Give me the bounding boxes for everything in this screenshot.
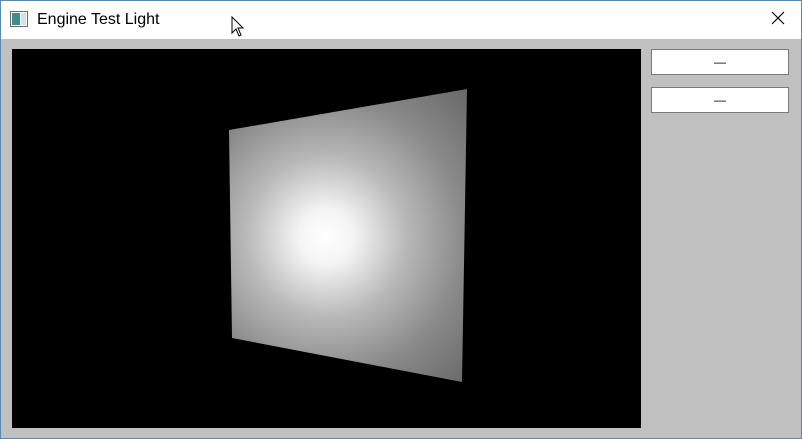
window-title: Engine Test Light: [37, 11, 160, 28]
title-bar[interactable]: Engine Test Light: [1, 1, 801, 39]
sidebar-button-1[interactable]: —: [651, 49, 789, 75]
sidebar-button-2[interactable]: —: [651, 87, 789, 113]
client-area: — —: [1, 39, 801, 438]
arrow-cursor-icon: [231, 15, 245, 38]
lit-quad-render: [12, 49, 641, 428]
application-window: Engine Test Light — —: [0, 0, 802, 439]
close-icon: [771, 11, 785, 30]
close-button[interactable]: [755, 1, 801, 39]
app-window-icon: [10, 11, 28, 27]
render-viewport[interactable]: [12, 49, 641, 428]
lit-quad: [229, 89, 467, 382]
